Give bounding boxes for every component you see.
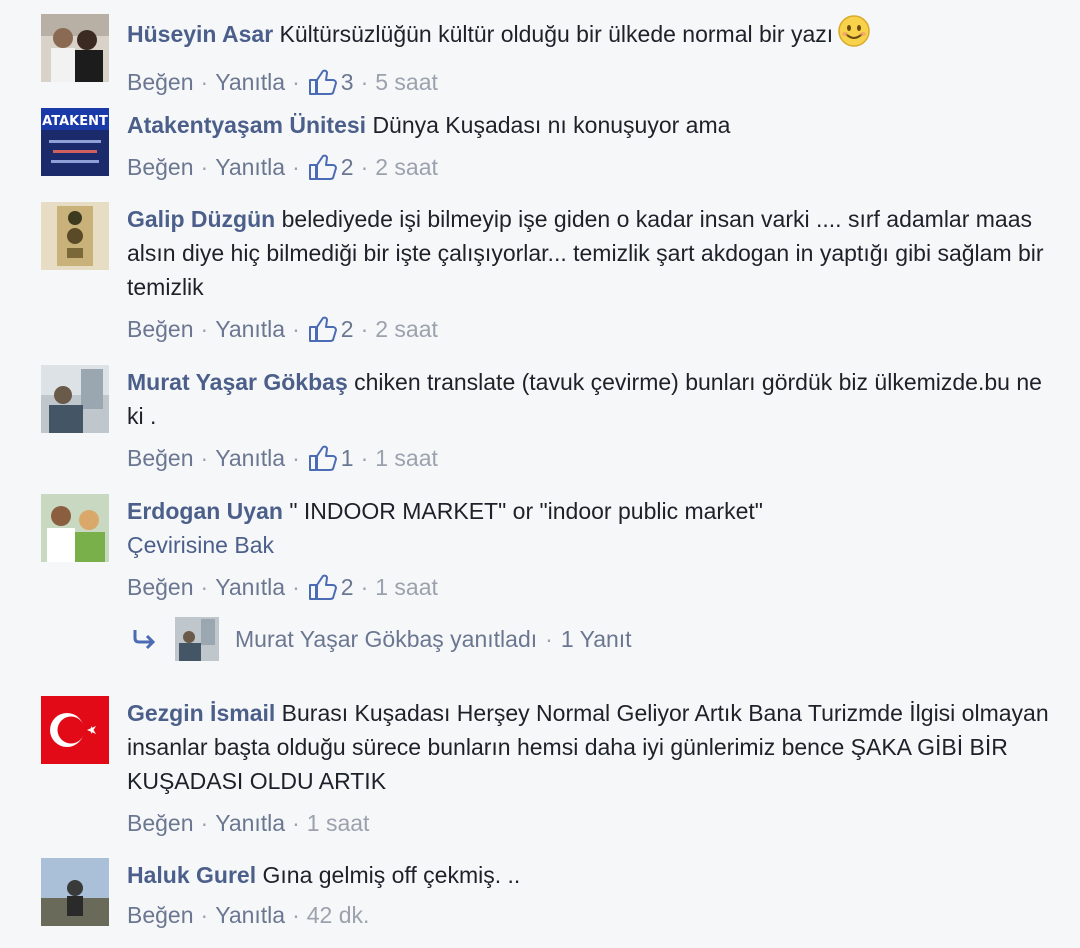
comment-text: Dünya Kuşadası nı konuşuyor ama	[372, 112, 731, 138]
avatar[interactable]	[41, 365, 109, 433]
reply-count: 1 Yanıt	[560, 625, 632, 652]
timestamp[interactable]: 42 dk.	[307, 898, 370, 932]
separator: ·	[200, 154, 209, 180]
reply-button[interactable]: Yanıtla	[215, 312, 285, 346]
comment-text: " INDOOR MARKET" or "indoor public marke…	[289, 498, 763, 524]
thumbs-up-icon	[308, 316, 337, 342]
turkish-flag-icon	[41, 696, 109, 764]
comment-actions: Beğen · Yanıtla · 42 dk.	[127, 898, 1062, 932]
reply-button[interactable]: Yanıtla	[215, 65, 285, 99]
like-button[interactable]: Beğen	[127, 312, 194, 346]
timestamp[interactable]: 1 saat	[375, 441, 438, 475]
like-button[interactable]: Beğen	[127, 570, 194, 604]
separator: ·	[292, 445, 300, 471]
see-translation-link[interactable]: Çevirisine Bak	[127, 528, 1062, 562]
avatar[interactable]	[41, 696, 109, 764]
comment-text: Kültürsüzlüğün kültür olduğu bir ülkede …	[279, 21, 834, 47]
separator: ·	[200, 574, 209, 600]
separator: ·	[200, 810, 209, 836]
comment-actions: Beğen · Yanıtla · 2 · 2 saat	[127, 150, 1062, 184]
avatar[interactable]	[41, 494, 109, 562]
avatar[interactable]	[41, 202, 109, 270]
smiley-emoji-icon	[837, 14, 871, 57]
like-count[interactable]: 2	[307, 312, 354, 346]
reply-author-text: Murat Yaşar Gökbaş yanıtladı	[235, 625, 538, 652]
avatar[interactable]	[41, 858, 109, 926]
comment-author[interactable]: Hüseyin Asar	[127, 21, 273, 47]
reply-button[interactable]: Yanıtla	[215, 150, 285, 184]
comment-actions: Beğen · Yanıtla · 3 · 5 saat	[127, 65, 1062, 99]
like-count[interactable]: 2	[307, 150, 354, 184]
reply-button[interactable]: Yanıtla	[215, 898, 285, 932]
reply-button[interactable]: Yanıtla	[215, 441, 285, 475]
comment-actions: Beğen · Yanıtla · 2 · 2 saat	[127, 312, 1062, 346]
separator: ·	[200, 69, 209, 95]
comment-author[interactable]: Haluk Gurel	[127, 862, 256, 888]
comment-actions: Beğen · Yanıtla · 1 saat	[127, 806, 1062, 840]
separator: ·	[200, 316, 209, 342]
like-count[interactable]: 3	[307, 65, 354, 99]
thumbs-up-icon	[308, 69, 337, 95]
avatar[interactable]	[41, 14, 109, 82]
like-button[interactable]: Beğen	[127, 150, 194, 184]
avatar[interactable]: ATAKENT	[41, 108, 109, 176]
separator: ·	[200, 902, 209, 928]
timestamp[interactable]: 1 saat	[307, 806, 370, 840]
like-button[interactable]: Beğen	[127, 806, 194, 840]
separator: ·	[292, 154, 300, 180]
separator: ·	[360, 316, 369, 342]
like-button[interactable]: Beğen	[127, 441, 194, 475]
like-count[interactable]: 1	[307, 441, 354, 475]
thumbs-up-icon	[308, 574, 337, 600]
reply-button[interactable]: Yanıtla	[215, 570, 285, 604]
separator: ·	[292, 316, 300, 342]
comment-text: Gına gelmiş off çekmiş. ..	[262, 862, 521, 888]
avatar	[175, 617, 219, 661]
like-count[interactable]: 2	[307, 570, 354, 604]
separator: ·	[292, 69, 300, 95]
separator: ·	[545, 625, 553, 652]
separator: ·	[292, 574, 300, 600]
comment-actions: Beğen · Yanıtla · 1 · 1 saat	[127, 441, 1062, 475]
reply-arrow-icon	[133, 630, 156, 650]
separator: ·	[292, 810, 300, 836]
timestamp[interactable]: 1 saat	[375, 570, 438, 604]
separator: ·	[200, 445, 209, 471]
replies-link[interactable]: Murat Yaşar Gökbaş yanıtladı · 1 Yanıt	[131, 617, 632, 661]
thumbs-up-icon	[308, 154, 337, 180]
separator: ·	[292, 902, 300, 928]
separator: ·	[360, 574, 369, 600]
timestamp[interactable]: 5 saat	[375, 65, 438, 99]
timestamp[interactable]: 2 saat	[375, 150, 438, 184]
comment-author[interactable]: Erdogan Uyan	[127, 498, 283, 524]
separator: ·	[360, 154, 369, 180]
like-button[interactable]: Beğen	[127, 898, 194, 932]
separator: ·	[360, 69, 369, 95]
thumbs-up-icon	[308, 445, 337, 471]
separator: ·	[360, 445, 369, 471]
comment-author[interactable]: Galip Düzgün	[127, 206, 275, 232]
comment-author[interactable]: Murat Yaşar Gökbaş	[127, 369, 348, 395]
timestamp[interactable]: 2 saat	[375, 312, 438, 346]
reply-button[interactable]: Yanıtla	[215, 806, 285, 840]
comment-author[interactable]: Atakentyaşam Ünitesi	[127, 112, 366, 138]
comment-actions: Beğen · Yanıtla · 2 · 1 saat	[127, 570, 1062, 604]
comment-author[interactable]: Gezgin İsmail	[127, 700, 275, 726]
avatar-logo-text: ATAKENT	[42, 114, 108, 129]
like-button[interactable]: Beğen	[127, 65, 194, 99]
